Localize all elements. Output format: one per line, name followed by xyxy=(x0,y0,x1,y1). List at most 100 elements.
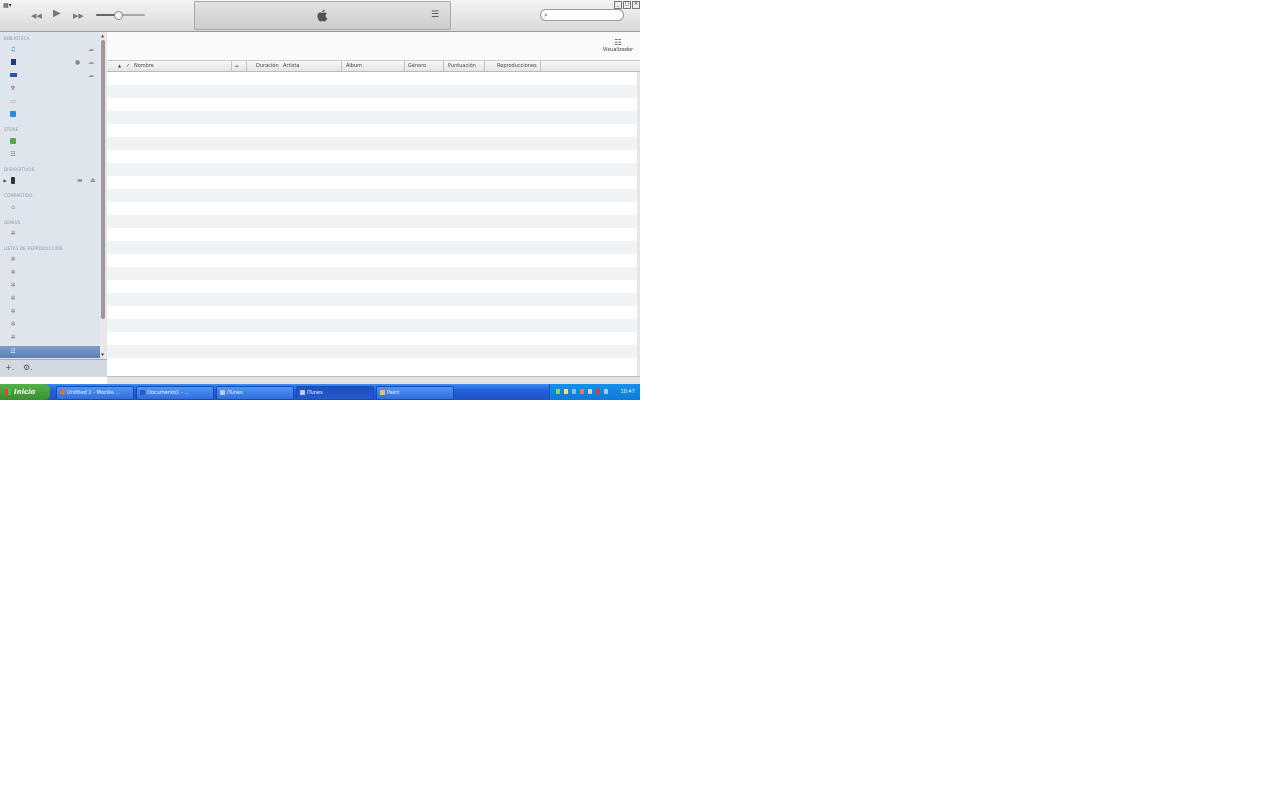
scroll-down-icon[interactable]: ▼ xyxy=(101,352,104,357)
table-row[interactable] xyxy=(107,254,637,267)
taskbar-button-label: iTunes xyxy=(307,390,323,396)
table-row[interactable] xyxy=(107,293,637,306)
track-list[interactable] xyxy=(107,72,637,376)
sidebar-scroll-thumb[interactable] xyxy=(101,40,105,319)
table-row[interactable] xyxy=(107,280,637,293)
taskbar-button-paint[interactable]: Paint xyxy=(376,386,454,400)
table-row[interactable] xyxy=(107,111,637,124)
play-icon[interactable]: ▶ xyxy=(53,9,61,19)
column-header-rating[interactable]: Puntuación xyxy=(448,62,476,70)
table-row[interactable] xyxy=(107,124,637,137)
cloud-column-icon[interactable]: ☁ xyxy=(234,62,239,70)
table-row[interactable] xyxy=(107,98,637,111)
volume-slider[interactable] xyxy=(96,11,145,20)
podcasts-icon[interactable]: ♆ xyxy=(9,85,17,92)
playlist-gear-icon[interactable]: ✲ xyxy=(9,295,17,302)
table-row[interactable] xyxy=(107,150,637,163)
apps-icon[interactable] xyxy=(9,111,17,118)
music-icon[interactable]: ♫ xyxy=(9,46,17,53)
genius-icon[interactable]: ✲ xyxy=(9,230,17,237)
tray-icon[interactable] xyxy=(556,389,560,394)
taskbar-button-word[interactable]: Documento1 - ... xyxy=(136,386,214,400)
table-row[interactable] xyxy=(107,358,637,371)
toolbar: ▦▾ _ □ × ◀◀ ▶ ▶▶ ☰ ⌕ xyxy=(0,0,640,32)
column-header-album[interactable]: Álbum xyxy=(346,62,362,70)
table-row[interactable] xyxy=(107,306,637,319)
tv-shows-icon[interactable] xyxy=(9,72,17,79)
table-row[interactable] xyxy=(107,215,637,228)
taskbar-button-itunes-2[interactable]: iTunes xyxy=(296,386,374,400)
table-row[interactable] xyxy=(107,332,637,345)
playlist-gear-icon[interactable]: ✲ xyxy=(9,308,17,315)
ping-icon[interactable]: ☷ xyxy=(9,151,17,158)
itunes-store-icon[interactable] xyxy=(9,138,17,145)
table-row[interactable] xyxy=(107,241,637,254)
playlist-gear-icon[interactable]: ✲ xyxy=(9,256,17,263)
volume-tray-icon[interactable] xyxy=(604,389,608,394)
disclosure-triangle-icon[interactable]: ▶ xyxy=(3,177,7,184)
table-row[interactable] xyxy=(107,189,637,202)
column-divider[interactable] xyxy=(231,61,232,71)
table-row[interactable] xyxy=(107,137,637,150)
table-row[interactable] xyxy=(107,228,637,241)
table-row[interactable] xyxy=(107,163,637,176)
start-button[interactable]: Inicio xyxy=(0,384,50,400)
sort-indicator-icon[interactable]: ▲ xyxy=(118,62,121,70)
iphone-icon[interactable] xyxy=(9,177,17,184)
playlist-gear-icon[interactable]: ✲ xyxy=(9,269,17,276)
settings-button[interactable]: ⚙. xyxy=(23,364,33,372)
column-header-duration[interactable]: Duración xyxy=(256,62,279,70)
search-input[interactable] xyxy=(551,11,619,18)
rewind-icon[interactable]: ◀◀ xyxy=(31,11,42,21)
volume-knob[interactable] xyxy=(114,11,124,20)
tray-icon[interactable] xyxy=(596,389,600,394)
table-row[interactable] xyxy=(107,202,637,215)
maximize-button[interactable]: □ xyxy=(623,1,631,9)
playlist-gear-icon[interactable]: ✲ xyxy=(9,334,17,341)
track-list-scrollbar[interactable] xyxy=(637,72,640,376)
column-header-plays[interactable]: Reproducciones xyxy=(497,62,537,70)
table-row[interactable] xyxy=(107,267,637,280)
eject-icon[interactable]: ⏏ xyxy=(90,177,96,184)
column-header-genre[interactable]: Género xyxy=(408,62,426,70)
column-divider[interactable] xyxy=(484,61,485,71)
column-divider[interactable] xyxy=(341,61,342,71)
column-header-name[interactable]: Nombre xyxy=(134,62,154,70)
column-divider[interactable] xyxy=(443,61,444,71)
app-menu-button[interactable]: ▦▾ xyxy=(3,2,12,9)
column-header-row: ▲ ✓ Nombre ☁ Duración Artista Álbum Géne… xyxy=(107,61,640,72)
tray-icon[interactable] xyxy=(580,389,584,394)
minimize-button[interactable]: _ xyxy=(614,1,622,9)
playlist-gear-icon[interactable]: ✲ xyxy=(9,321,17,328)
check-column-header[interactable]: ✓ xyxy=(126,62,130,70)
main-pane: ☷ Visualizador ▲ ✓ Nombre ☁ Duración Art… xyxy=(107,32,640,376)
list-view-icon[interactable]: ☰ xyxy=(431,11,439,20)
table-row[interactable] xyxy=(107,72,637,85)
table-row[interactable] xyxy=(107,176,637,189)
table-row[interactable] xyxy=(107,85,637,98)
search-field[interactable]: ⌕ xyxy=(540,9,624,21)
visualizer-button[interactable]: ☷ Visualizador xyxy=(599,38,637,53)
table-row[interactable] xyxy=(107,345,637,358)
column-header-artist[interactable]: Artista xyxy=(283,62,299,70)
scroll-up-icon[interactable]: ▲ xyxy=(101,33,104,38)
playlist-gear-icon[interactable]: ✲ xyxy=(9,282,17,289)
content-header: ☷ Visualizador xyxy=(107,32,640,61)
fast-forward-icon[interactable]: ▶▶ xyxy=(73,11,84,21)
movies-icon[interactable] xyxy=(9,59,17,66)
close-button[interactable]: × xyxy=(632,1,640,9)
home-sharing-icon[interactable]: ⌂ xyxy=(9,204,17,211)
tray-icon[interactable] xyxy=(564,389,568,394)
taskbar-button-itunes-1[interactable]: iTunes xyxy=(216,386,294,400)
table-row[interactable] xyxy=(107,319,637,332)
taskbar-button-firefox[interactable]: Untitled 2 - Mozilla ... xyxy=(56,386,134,400)
sidebar-item-selected[interactable]: ☷ xyxy=(0,346,100,358)
tray-icon[interactable] xyxy=(588,389,592,394)
tray-icon[interactable] xyxy=(572,389,576,394)
add-playlist-button[interactable]: +. xyxy=(5,364,14,372)
column-divider[interactable] xyxy=(404,61,405,71)
clock[interactable]: 10:47 xyxy=(621,384,635,400)
books-icon[interactable]: ▭ xyxy=(9,98,17,105)
column-divider[interactable] xyxy=(540,61,541,71)
column-divider[interactable] xyxy=(246,61,247,71)
